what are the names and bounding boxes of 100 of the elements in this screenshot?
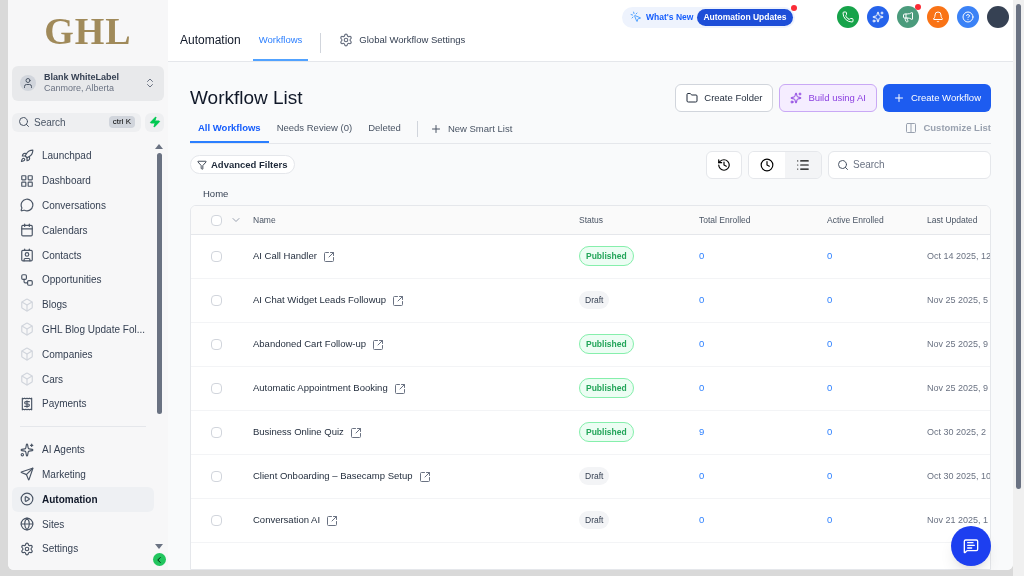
sidebar-item[interactable]: Opportunities — [12, 267, 154, 293]
box-icon — [20, 297, 34, 312]
create-workflow-button[interactable]: Create Workflow — [882, 84, 991, 113]
search-input[interactable]: Search — [34, 114, 105, 130]
sidebar-item[interactable]: Sites — [12, 511, 154, 537]
history-button[interactable] — [706, 150, 742, 179]
bell-button[interactable] — [927, 6, 949, 28]
external-link-icon[interactable] — [393, 382, 406, 395]
sidebar-item[interactable]: Settings — [12, 536, 154, 562]
select-all-checkbox[interactable] — [211, 214, 222, 226]
external-link-icon[interactable] — [326, 514, 339, 527]
total-enrolled[interactable]: 0 — [689, 249, 807, 264]
active-enrolled[interactable]: 0 — [807, 293, 927, 308]
search-field[interactable]: Search ctrl K — [12, 112, 141, 132]
create-folder-button[interactable]: Create Folder — [675, 84, 774, 113]
new-smart-list-button[interactable]: New Smart List — [425, 121, 517, 142]
whats-new-link[interactable]: What's New — [646, 11, 694, 24]
search-field[interactable]: Search — [828, 150, 991, 179]
total-enrolled[interactable]: 0 — [689, 337, 807, 352]
scrollbar-drawing[interactable] — [155, 143, 163, 414]
active-enrolled[interactable]: 0 — [807, 425, 927, 440]
phone-icon — [842, 11, 854, 23]
row-checkbox[interactable] — [211, 427, 222, 438]
external-link-icon[interactable] — [372, 338, 384, 351]
active-enrolled[interactable]: 0 — [807, 337, 927, 352]
row-checkbox[interactable] — [211, 251, 222, 262]
sparkle-icon — [872, 11, 884, 23]
total-enrolled[interactable]: 0 — [689, 381, 807, 396]
chevrons-icon — [144, 77, 156, 90]
workflow-name[interactable]: Client Onboarding – Basecamp Setup — [253, 469, 413, 484]
sidebar-item[interactable]: Blogs — [12, 292, 154, 318]
row-checkbox[interactable] — [211, 383, 222, 394]
megaphone-button[interactable] — [897, 6, 919, 28]
page-section-title: Automation — [180, 32, 241, 49]
page-title: Workflow List — [190, 86, 303, 110]
user-icon — [20, 75, 36, 92]
phone-button[interactable] — [837, 6, 859, 28]
cursor-icon — [630, 11, 642, 24]
sidebar-item[interactable]: Cars — [12, 366, 154, 392]
avatar[interactable] — [987, 6, 1009, 28]
row-checkbox[interactable] — [211, 339, 222, 350]
column-header: Last Updated — [927, 213, 979, 227]
active-enrolled[interactable]: 0 — [807, 381, 927, 396]
breadcrumb[interactable]: Home — [203, 186, 991, 201]
globe-icon — [20, 517, 34, 532]
active-enrolled[interactable]: 0 — [807, 469, 927, 484]
quick-action-button[interactable] — [145, 112, 164, 132]
sidebar-item[interactable]: Automation — [12, 486, 154, 512]
megaphone-icon — [902, 11, 914, 23]
total-enrolled[interactable]: 9 — [689, 425, 807, 440]
workflow-name[interactable]: Business Online Quiz — [253, 425, 344, 440]
build-ai-button[interactable]: Build using AI — [779, 84, 877, 113]
sidebar-item[interactable]: Companies — [12, 341, 154, 367]
sidebar-item[interactable]: Conversations — [12, 193, 154, 218]
workflow-name[interactable]: Abandoned Cart Follow-up — [253, 337, 366, 352]
sidebar-item[interactable]: Marketing — [12, 462, 154, 487]
sparkles-icon — [20, 442, 34, 457]
active-enrolled[interactable]: 0 — [807, 513, 927, 528]
sidebar-item[interactable]: Dashboard — [12, 168, 154, 194]
help-button[interactable] — [957, 6, 979, 28]
external-link-icon[interactable] — [322, 250, 335, 263]
list-view-button[interactable] — [785, 151, 821, 178]
window-scrollbar[interactable] — [1016, 4, 1021, 489]
external-link-icon[interactable] — [418, 470, 431, 483]
column-header: Name — [253, 213, 277, 227]
clock-view-button[interactable] — [749, 151, 785, 178]
list-tab[interactable]: All Workflows — [190, 120, 269, 143]
workflow-name[interactable]: Conversation AI — [253, 513, 321, 528]
sidebar-item[interactable]: AI Agents — [12, 437, 154, 463]
sidebar-item[interactable]: Calendars — [12, 217, 154, 243]
header-tab[interactable]: Global Workflow Settings — [333, 32, 472, 61]
sidebar-item[interactable]: Payments — [12, 391, 154, 417]
external-link-icon[interactable] — [392, 294, 405, 307]
active-enrolled[interactable]: 0 — [807, 249, 927, 264]
row-checkbox[interactable] — [211, 295, 222, 306]
workflow-name[interactable]: Automatic Appointment Booking — [253, 381, 388, 396]
box-icon — [20, 372, 34, 387]
scroll-down-icon[interactable] — [155, 544, 163, 549]
list-tab[interactable]: Needs Review (0) — [268, 120, 361, 143]
row-checkbox[interactable] — [211, 515, 222, 526]
collapse-button[interactable] — [152, 553, 166, 566]
total-enrolled[interactable]: 0 — [689, 513, 807, 528]
workflow-name[interactable]: AI Chat Widget Leads Followup — [253, 293, 387, 308]
sidebar-item[interactable]: Contacts — [12, 242, 154, 268]
workflow-name[interactable]: AI Call Handler — [253, 249, 317, 264]
list-tab[interactable]: Deleted — [360, 120, 409, 143]
total-enrolled[interactable]: 0 — [689, 469, 807, 484]
last-updated: Nov 25 2025, 5 — [927, 293, 990, 307]
sparkle-button[interactable] — [867, 6, 889, 28]
grid-icon — [20, 173, 34, 188]
status-badge: Draft — [579, 291, 610, 310]
account-switcher[interactable]: Blank WhiteLabel Canmore, Alberta — [12, 66, 164, 101]
sidebar-item[interactable]: GHL Blog Update Fol... — [12, 317, 154, 342]
total-enrolled[interactable]: 0 — [689, 293, 807, 308]
external-link-icon[interactable] — [349, 426, 362, 439]
advanced-filters-button[interactable]: Advanced Filters — [190, 155, 295, 175]
row-checkbox[interactable] — [211, 471, 222, 482]
search-input[interactable]: Search — [853, 157, 982, 173]
sidebar-item[interactable]: Launchpad — [12, 143, 154, 169]
list-icon — [796, 157, 810, 172]
